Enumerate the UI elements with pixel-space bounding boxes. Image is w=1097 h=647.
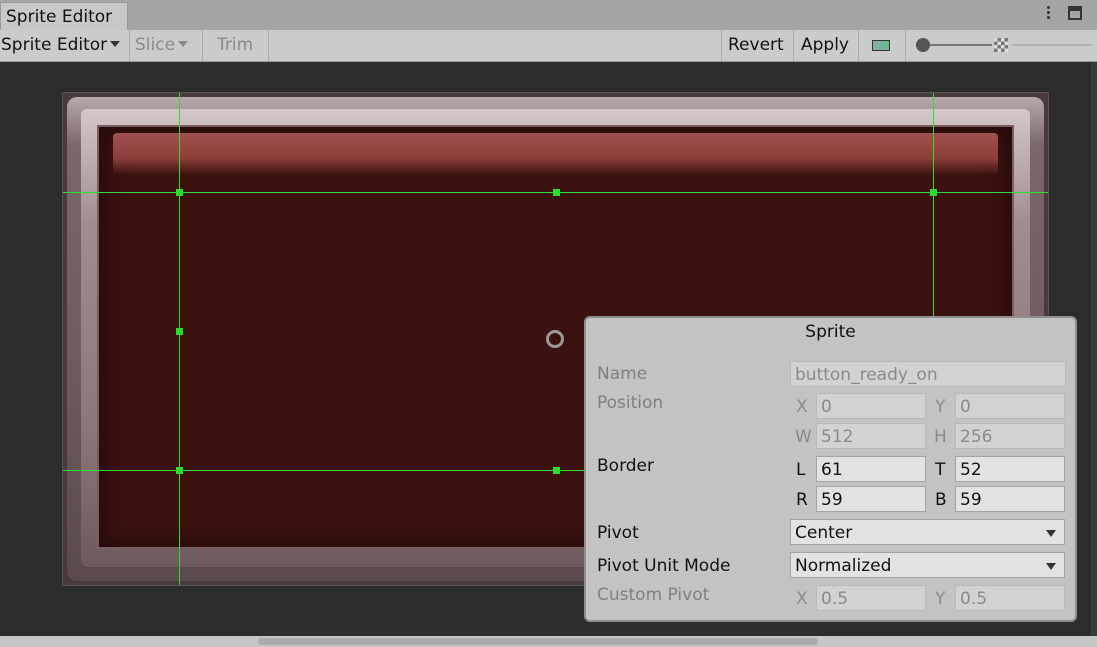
zoom-slider[interactable] (916, 37, 992, 53)
zoom-slider-track (920, 44, 992, 46)
pivot-handle[interactable] (546, 330, 564, 348)
name-field[interactable]: button_ready_on (790, 361, 1066, 387)
horizontal-scrollbar[interactable] (0, 636, 1097, 647)
vertical-scrollbar[interactable] (1091, 62, 1097, 636)
checkerboard-icon[interactable] (994, 38, 1008, 52)
toolbar-divider (858, 30, 859, 61)
border-label: Border (597, 456, 654, 476)
editor-mode-label: Sprite Editor (1, 35, 108, 55)
border-handle[interactable] (176, 328, 183, 335)
position-y-label: Y (935, 397, 946, 417)
sprite-inspector-panel: Sprite Name button_ready_on Position X 0… (584, 316, 1077, 622)
trim-button[interactable]: Trim (217, 30, 253, 61)
sprite-highlight (113, 133, 998, 175)
slice-label: Slice (135, 35, 176, 55)
custom-pivot-y-label: Y (935, 589, 946, 609)
toolbar-divider (202, 30, 203, 61)
maximize-icon[interactable] (1068, 6, 1082, 20)
chevron-down-icon (1046, 563, 1056, 570)
pivot-unit-mode-value: Normalized (795, 556, 892, 576)
editor-mode-dropdown[interactable]: Sprite Editor (1, 30, 121, 61)
tab-sprite-editor-label: Sprite Editor (6, 7, 113, 27)
border-b-field[interactable]: 59 (955, 486, 1065, 512)
kebab-menu-icon[interactable] (1042, 4, 1054, 24)
border-handle[interactable] (176, 189, 183, 196)
position-w-label: W (795, 427, 812, 447)
name-label: Name (597, 364, 648, 384)
pivot-value: Center (795, 523, 853, 543)
border-handle[interactable] (553, 467, 560, 474)
toolbar-divider (268, 30, 269, 61)
pivot-label: Pivot (597, 523, 639, 543)
panel-title: Sprite (805, 322, 856, 342)
chevron-down-icon (178, 41, 189, 47)
position-x-field[interactable]: 0 (816, 393, 926, 419)
custom-pivot-x-field[interactable]: 0.5 (816, 585, 926, 611)
border-r-field[interactable]: 59 (816, 486, 926, 512)
tab-bar: Sprite Editor (0, 0, 1097, 31)
custom-pivot-label: Custom Pivot (597, 585, 710, 605)
pivot-unit-mode-label: Pivot Unit Mode (597, 556, 731, 576)
tab-sprite-editor[interactable]: Sprite Editor (0, 2, 128, 30)
revert-button[interactable]: Revert (728, 30, 784, 61)
preview-toggle-icon[interactable] (872, 40, 890, 51)
border-handle[interactable] (930, 189, 937, 196)
mip-level-slider[interactable] (1012, 44, 1092, 46)
pivot-dropdown[interactable]: Center (790, 519, 1065, 545)
position-h-label: H (934, 427, 947, 447)
custom-pivot-y-field[interactable]: 0.5 (955, 585, 1065, 611)
toolbar-divider (129, 30, 130, 61)
toolbar-divider (793, 30, 794, 61)
border-r-label: R (796, 490, 808, 510)
horizontal-scrollbar-thumb[interactable] (258, 638, 818, 645)
position-label: Position (597, 393, 664, 413)
slice-dropdown[interactable]: Slice (135, 30, 189, 61)
border-l-field[interactable]: 61 (816, 456, 926, 482)
position-x-label: X (796, 397, 808, 417)
toolbar-divider (721, 30, 722, 61)
border-b-label: B (935, 490, 947, 510)
border-guide-left[interactable] (179, 93, 180, 585)
zoom-slider-knob[interactable] (916, 38, 930, 52)
border-handle[interactable] (553, 189, 560, 196)
pivot-unit-mode-dropdown[interactable]: Normalized (790, 552, 1065, 578)
chevron-down-icon (110, 41, 121, 47)
toolbar-divider (905, 30, 906, 61)
border-handle[interactable] (176, 467, 183, 474)
custom-pivot-x-label: X (796, 589, 808, 609)
border-t-label: T (935, 460, 946, 480)
position-y-field[interactable]: 0 (955, 393, 1065, 419)
position-h-field[interactable]: 256 (955, 423, 1065, 449)
apply-button[interactable]: Apply (801, 30, 849, 61)
chevron-down-icon (1046, 530, 1056, 537)
position-w-field[interactable]: 512 (816, 423, 926, 449)
border-t-field[interactable]: 52 (955, 456, 1065, 482)
border-l-label: L (796, 460, 806, 480)
